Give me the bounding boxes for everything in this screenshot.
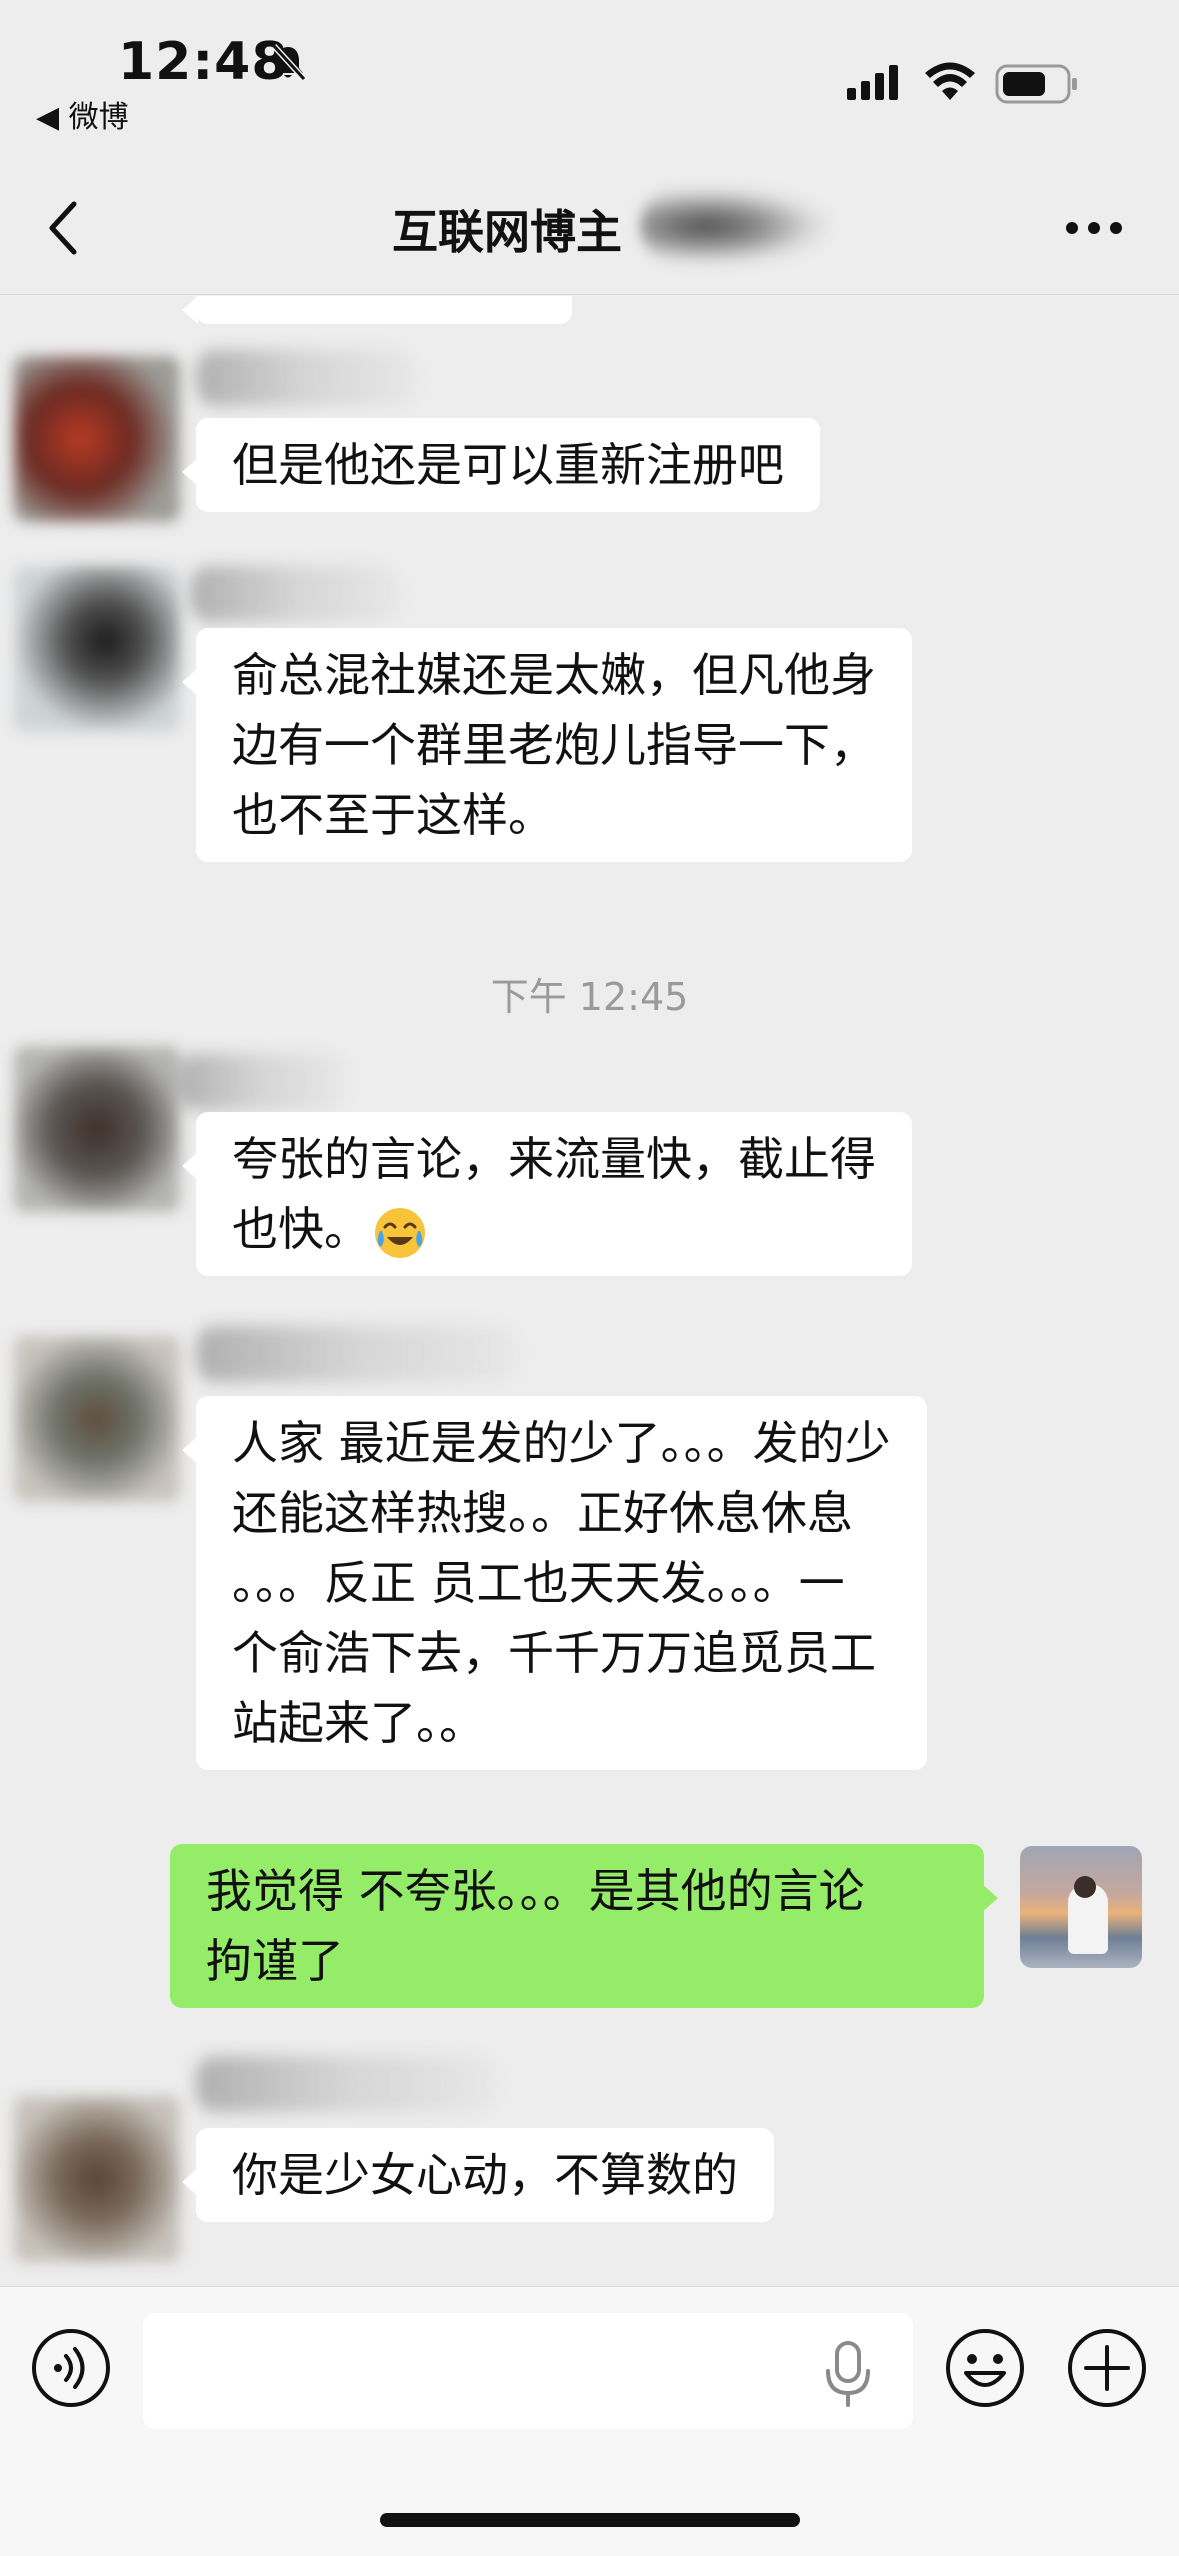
- emoji-icon[interactable]: [944, 2327, 1026, 2409]
- avatar[interactable]: [14, 2096, 180, 2262]
- chat-title: 互联网博主: [392, 205, 622, 259]
- avatar[interactable]: [14, 356, 180, 522]
- message-text: 个俞浩下去，千千万万追觅员工: [232, 1626, 876, 1680]
- message-text: 夸张的言论，来流量快，截止得: [232, 1132, 876, 1186]
- chat-header: 互联网博主: [0, 160, 1179, 295]
- message-bubble-partial[interactable]: [182, 296, 572, 324]
- sender-name-blurred: [196, 350, 416, 406]
- message-text: 也快。: [232, 1194, 876, 1264]
- crying-laughing-emoji: [375, 1207, 425, 1258]
- message-text: 边有一个群里老炮儿指导一下，: [232, 718, 876, 772]
- message-bubble[interactable]: 人家 最近是发的少了。。。发的少 还能这样热搜。。正好休息休息 。。。反正 员工…: [182, 1396, 927, 1770]
- message-bubble[interactable]: 夸张的言论，来流量快，截止得 也快。: [182, 1112, 912, 1276]
- sender-name-blurred: [196, 1326, 516, 1382]
- message-input[interactable]: [143, 2313, 913, 2429]
- avatar[interactable]: [14, 1336, 180, 1502]
- back-to-app-link[interactable]: ◀ 微博: [36, 92, 129, 136]
- status-time: 12:48: [118, 32, 289, 92]
- cellular-signal-icon: [847, 65, 898, 100]
- sender-name-blurred: [190, 566, 400, 622]
- message-bubble-outgoing[interactable]: 我觉得 不夸张。。。是其他的言论 拘谨了: [170, 1844, 998, 2008]
- sender-name-blurred: [176, 1054, 346, 1110]
- message-text: 也不至于这样。: [232, 788, 554, 842]
- wifi-icon: [925, 62, 975, 100]
- message-bubble[interactable]: 俞总混社媒还是太嫩，但凡他身 边有一个群里老炮儿指导一下， 也不至于这样。: [182, 628, 912, 862]
- message-text: 拘谨了: [206, 1934, 344, 1988]
- message-text: 站起来了。。: [232, 1696, 485, 1750]
- bell-slash-icon: [271, 43, 307, 82]
- blurred-group-name: [640, 186, 830, 266]
- message-text: 人家 最近是发的少了。。。发的少: [232, 1416, 891, 1470]
- message-text: 你是少女心动，不算数的: [232, 2148, 738, 2202]
- plus-icon[interactable]: [1066, 2327, 1148, 2409]
- self-avatar[interactable]: [1020, 1846, 1142, 1968]
- more-icon[interactable]: [1064, 218, 1124, 238]
- avatar[interactable]: [14, 1046, 180, 1212]
- message-bubble[interactable]: 你是少女心动，不算数的: [182, 2128, 774, 2222]
- sender-name-blurred: [196, 2056, 496, 2112]
- message-text: 但是他还是可以重新注册吧: [232, 438, 784, 492]
- avatar-figure-head: [1074, 1876, 1096, 1898]
- message-text: 我觉得 不夸张。。。是其他的言论: [206, 1864, 865, 1918]
- home-indicator[interactable]: [380, 2513, 800, 2527]
- battery-icon: [995, 64, 1077, 104]
- input-bar: [0, 2286, 1179, 2556]
- message-text-part: 也快。: [232, 1202, 370, 1256]
- message-text: 。。。反正 员工也天天发。。。一: [232, 1556, 845, 1610]
- message-list[interactable]: 但是他还是可以重新注册吧 俞总混社媒还是太嫩，但凡他身 边有一个群里老炮儿指导一…: [0, 296, 1179, 2286]
- voice-icon[interactable]: [30, 2327, 112, 2409]
- message-timestamp: 下午 12:45: [490, 975, 689, 1019]
- chevron-left-icon[interactable]: [44, 198, 84, 258]
- message-bubble[interactable]: 但是他还是可以重新注册吧: [182, 418, 820, 512]
- status-bar: 12:48 ◀ 微博: [0, 0, 1179, 160]
- message-text: 俞总混社媒还是太嫩，但凡他身: [232, 648, 876, 702]
- avatar[interactable]: [14, 566, 180, 732]
- message-text: 还能这样热搜。。正好休息休息: [232, 1486, 853, 1540]
- microphone-icon[interactable]: [820, 2339, 876, 2409]
